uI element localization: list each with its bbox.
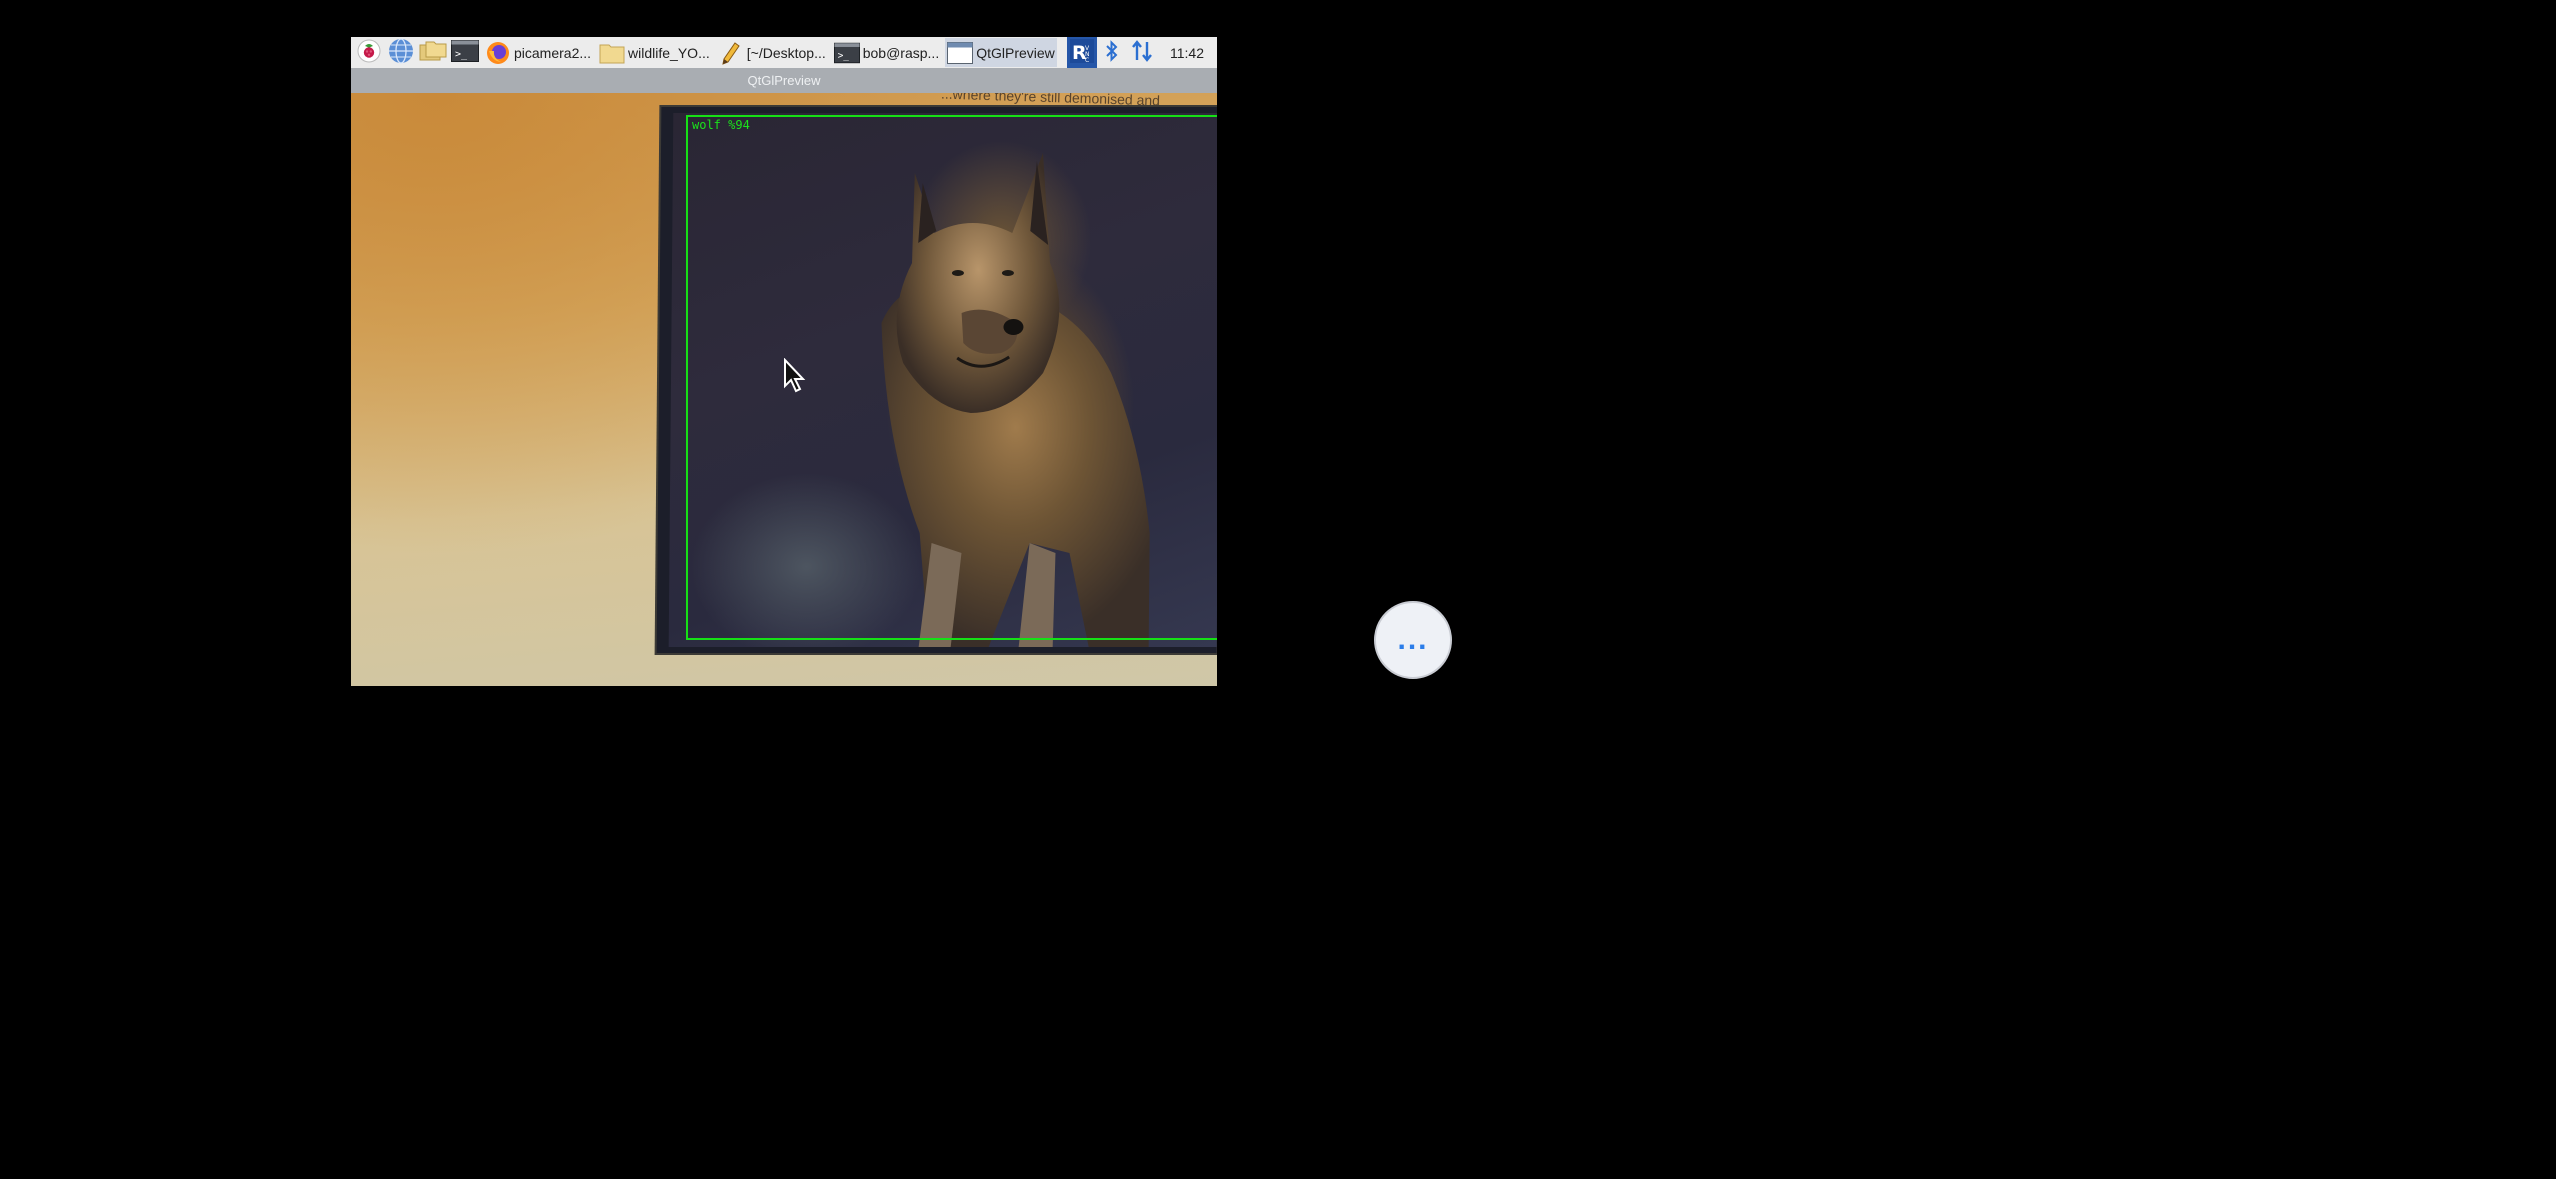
svg-text:>_: >_ <box>837 50 849 61</box>
web-browser-launcher[interactable] <box>387 38 415 67</box>
file-manager-launcher[interactable] <box>419 39 447 67</box>
remote-desktop-screen: >_ picamera2... wildlife_YO... [~/Deskto… <box>351 37 1217 686</box>
clock[interactable]: 11:42 <box>1157 45 1217 61</box>
network-icon <box>1131 39 1153 66</box>
terminal-icon: >_ <box>451 40 479 65</box>
task-label: wildlife_YO... <box>628 44 710 61</box>
taskbar: >_ picamera2... wildlife_YO... [~/Deskto… <box>351 37 1217 68</box>
task-file-manager[interactable]: wildlife_YO... <box>597 38 712 67</box>
network-tray-button[interactable] <box>1127 37 1157 68</box>
bluetooth-tray-button[interactable] <box>1097 37 1127 68</box>
detection-box: wolf %94 <box>686 115 1217 640</box>
task-label: bob@rasp... <box>862 44 940 61</box>
vnc-tray-button[interactable]: R V N C <box>1067 37 1097 68</box>
camera-preview: ...where they're still demonised and wol… <box>351 93 1217 686</box>
folders-icon <box>419 39 447 66</box>
task-label: picamera2... <box>514 44 592 61</box>
folder-icon <box>599 42 625 64</box>
window-titlebar[interactable]: QtGlPreview <box>351 68 1217 93</box>
firefox-icon <box>485 41 511 64</box>
system-tray: R V N C 11:42 <box>1067 37 1217 68</box>
task-terminal[interactable]: >_ bob@rasp... <box>832 38 941 67</box>
task-label: QtGlPreview <box>976 44 1055 61</box>
cursor-arrow-icon <box>783 357 807 398</box>
more-dots-icon: ... <box>1397 623 1429 656</box>
window-title: QtGlPreview <box>747 73 821 88</box>
vnc-icon: R V N C <box>1069 38 1095 67</box>
task-label: [~/Desktop... <box>746 44 826 61</box>
task-text-editor[interactable]: [~/Desktop... <box>716 38 828 67</box>
text-editor-icon <box>718 41 744 65</box>
globe-icon <box>388 38 414 67</box>
task-qtglpreview[interactable]: QtGlPreview <box>945 38 1057 67</box>
mouse-cursor <box>783 357 807 399</box>
raspberry-icon <box>357 39 381 66</box>
svg-text:C: C <box>1085 57 1089 64</box>
bluetooth-icon <box>1104 39 1120 66</box>
more-options-button[interactable]: ... <box>1374 601 1452 679</box>
detection-label: wolf %94 <box>692 118 750 132</box>
terminal-icon: >_ <box>833 42 860 64</box>
terminal-launcher[interactable]: >_ <box>451 39 479 67</box>
raspberry-menu-button[interactable] <box>355 39 383 67</box>
task-firefox[interactable]: picamera2... <box>483 38 593 67</box>
svg-text:>_: >_ <box>455 49 468 60</box>
window-icon <box>947 41 974 64</box>
